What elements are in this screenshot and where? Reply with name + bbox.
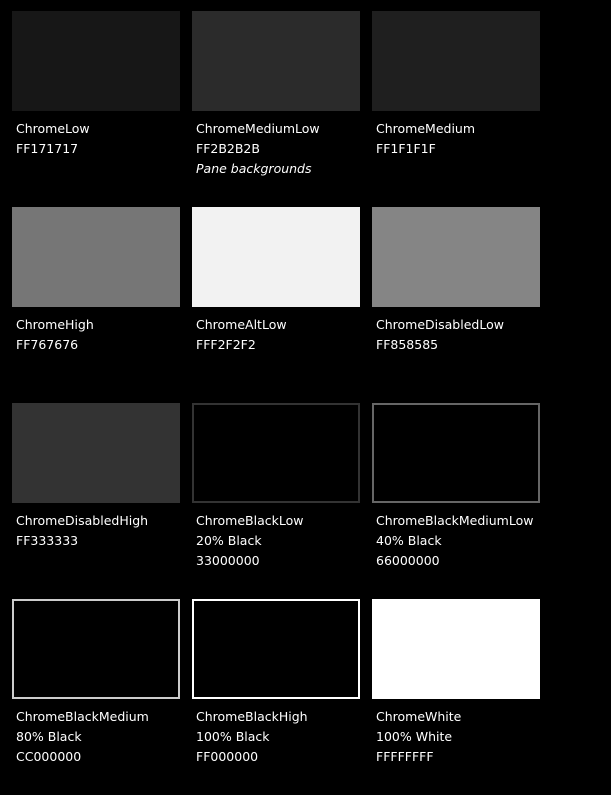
swatch-value: FF2B2B2B bbox=[196, 141, 260, 156]
swatch-labels: ChromeDisabledHigh FF333333 bbox=[12, 503, 180, 551]
swatch-value: FF000000 bbox=[196, 749, 259, 764]
swatch-labels: ChromeMedium FF1F1F1F bbox=[372, 111, 540, 159]
swatch-card: ChromeDisabledHigh FF333333 bbox=[12, 403, 180, 599]
swatch-labels: ChromeAltLow FFF2F2F2 bbox=[192, 307, 360, 355]
color-swatch bbox=[192, 11, 360, 111]
swatch-labels: ChromeLow FF171717 bbox=[12, 111, 180, 159]
swatch-labels: ChromeHigh FF767676 bbox=[12, 307, 180, 355]
swatch-value: FFFFFFFF bbox=[376, 749, 434, 764]
swatch-card: ChromeMedium FF1F1F1F bbox=[372, 11, 540, 207]
swatch-labels: ChromeBlackLow 20% Black 33000000 bbox=[192, 503, 360, 571]
swatch-card: ChromeDisabledLow FF858585 bbox=[372, 207, 540, 403]
swatch-card: ChromeAltLow FFF2F2F2 bbox=[192, 207, 360, 403]
swatch-card: ChromeLow FF171717 bbox=[12, 11, 180, 207]
swatch-name: ChromeWhite bbox=[376, 709, 462, 724]
swatch-labels: ChromeDisabledLow FF858585 bbox=[372, 307, 540, 355]
swatch-name: ChromeBlackMedium bbox=[16, 709, 149, 724]
swatch-card: ChromeHigh FF767676 bbox=[12, 207, 180, 403]
swatch-name: ChromeDisabledLow bbox=[376, 317, 504, 332]
swatch-name: ChromeBlackLow bbox=[196, 513, 304, 528]
swatch-card: ChromeBlackHigh 100% Black FF000000 bbox=[192, 599, 360, 795]
swatch-value: FF858585 bbox=[376, 337, 439, 352]
swatch-value: FF1F1F1F bbox=[376, 141, 436, 156]
swatch-card: ChromeMediumLow FF2B2B2B Pane backgrounds bbox=[192, 11, 360, 207]
color-swatch bbox=[12, 599, 180, 699]
color-swatch bbox=[372, 207, 540, 307]
swatch-labels: ChromeMediumLow FF2B2B2B Pane backgrounds bbox=[192, 111, 360, 179]
swatch-value: 80% Black bbox=[16, 729, 82, 744]
swatch-value: CC000000 bbox=[16, 749, 82, 764]
swatch-labels: ChromeBlackMediumLow 40% Black 66000000 bbox=[372, 503, 540, 571]
swatch-name: ChromeMediumLow bbox=[196, 121, 320, 136]
color-swatch bbox=[372, 403, 540, 503]
swatch-value: FF767676 bbox=[16, 337, 79, 352]
swatch-name: ChromeBlackHigh bbox=[196, 709, 308, 724]
swatch-value: 33000000 bbox=[196, 553, 260, 568]
color-swatch bbox=[372, 599, 540, 699]
swatch-card: ChromeBlackLow 20% Black 33000000 bbox=[192, 403, 360, 599]
swatch-name: ChromeAltLow bbox=[196, 317, 287, 332]
swatch-labels: ChromeWhite 100% White FFFFFFFF bbox=[372, 699, 540, 767]
color-swatch bbox=[192, 599, 360, 699]
swatch-card: ChromeBlackMediumLow 40% Black 66000000 bbox=[372, 403, 540, 599]
swatch-note: Pane backgrounds bbox=[196, 161, 312, 176]
color-swatch bbox=[12, 207, 180, 307]
swatch-value: 100% Black bbox=[196, 729, 270, 744]
color-swatch bbox=[12, 403, 180, 503]
color-swatch bbox=[192, 403, 360, 503]
color-swatch bbox=[372, 11, 540, 111]
color-swatch bbox=[12, 11, 180, 111]
swatch-labels: ChromeBlackHigh 100% Black FF000000 bbox=[192, 699, 360, 767]
swatch-value: FF171717 bbox=[16, 141, 79, 156]
swatch-name: ChromeBlackMediumLow bbox=[376, 513, 534, 528]
swatch-value: 40% Black bbox=[376, 533, 442, 548]
color-swatch-grid: ChromeLow FF171717 ChromeMediumLow FF2B2B2B… bbox=[12, 11, 540, 795]
swatch-name: ChromeHigh bbox=[16, 317, 94, 332]
swatch-card: ChromeWhite 100% White FFFFFFFF bbox=[372, 599, 540, 795]
swatch-value: 100% White bbox=[376, 729, 453, 744]
color-swatch bbox=[192, 207, 360, 307]
swatch-value: FFF2F2F2 bbox=[196, 337, 256, 352]
swatch-value: 20% Black bbox=[196, 533, 262, 548]
swatch-labels: ChromeBlackMedium 80% Black CC000000 bbox=[12, 699, 180, 767]
swatch-card: ChromeBlackMedium 80% Black CC000000 bbox=[12, 599, 180, 795]
swatch-name: ChromeDisabledHigh bbox=[16, 513, 149, 528]
swatch-value: 66000000 bbox=[376, 553, 440, 568]
swatch-name: ChromeMedium bbox=[376, 121, 476, 136]
swatch-name: ChromeLow bbox=[16, 121, 90, 136]
swatch-value: FF333333 bbox=[16, 533, 79, 548]
